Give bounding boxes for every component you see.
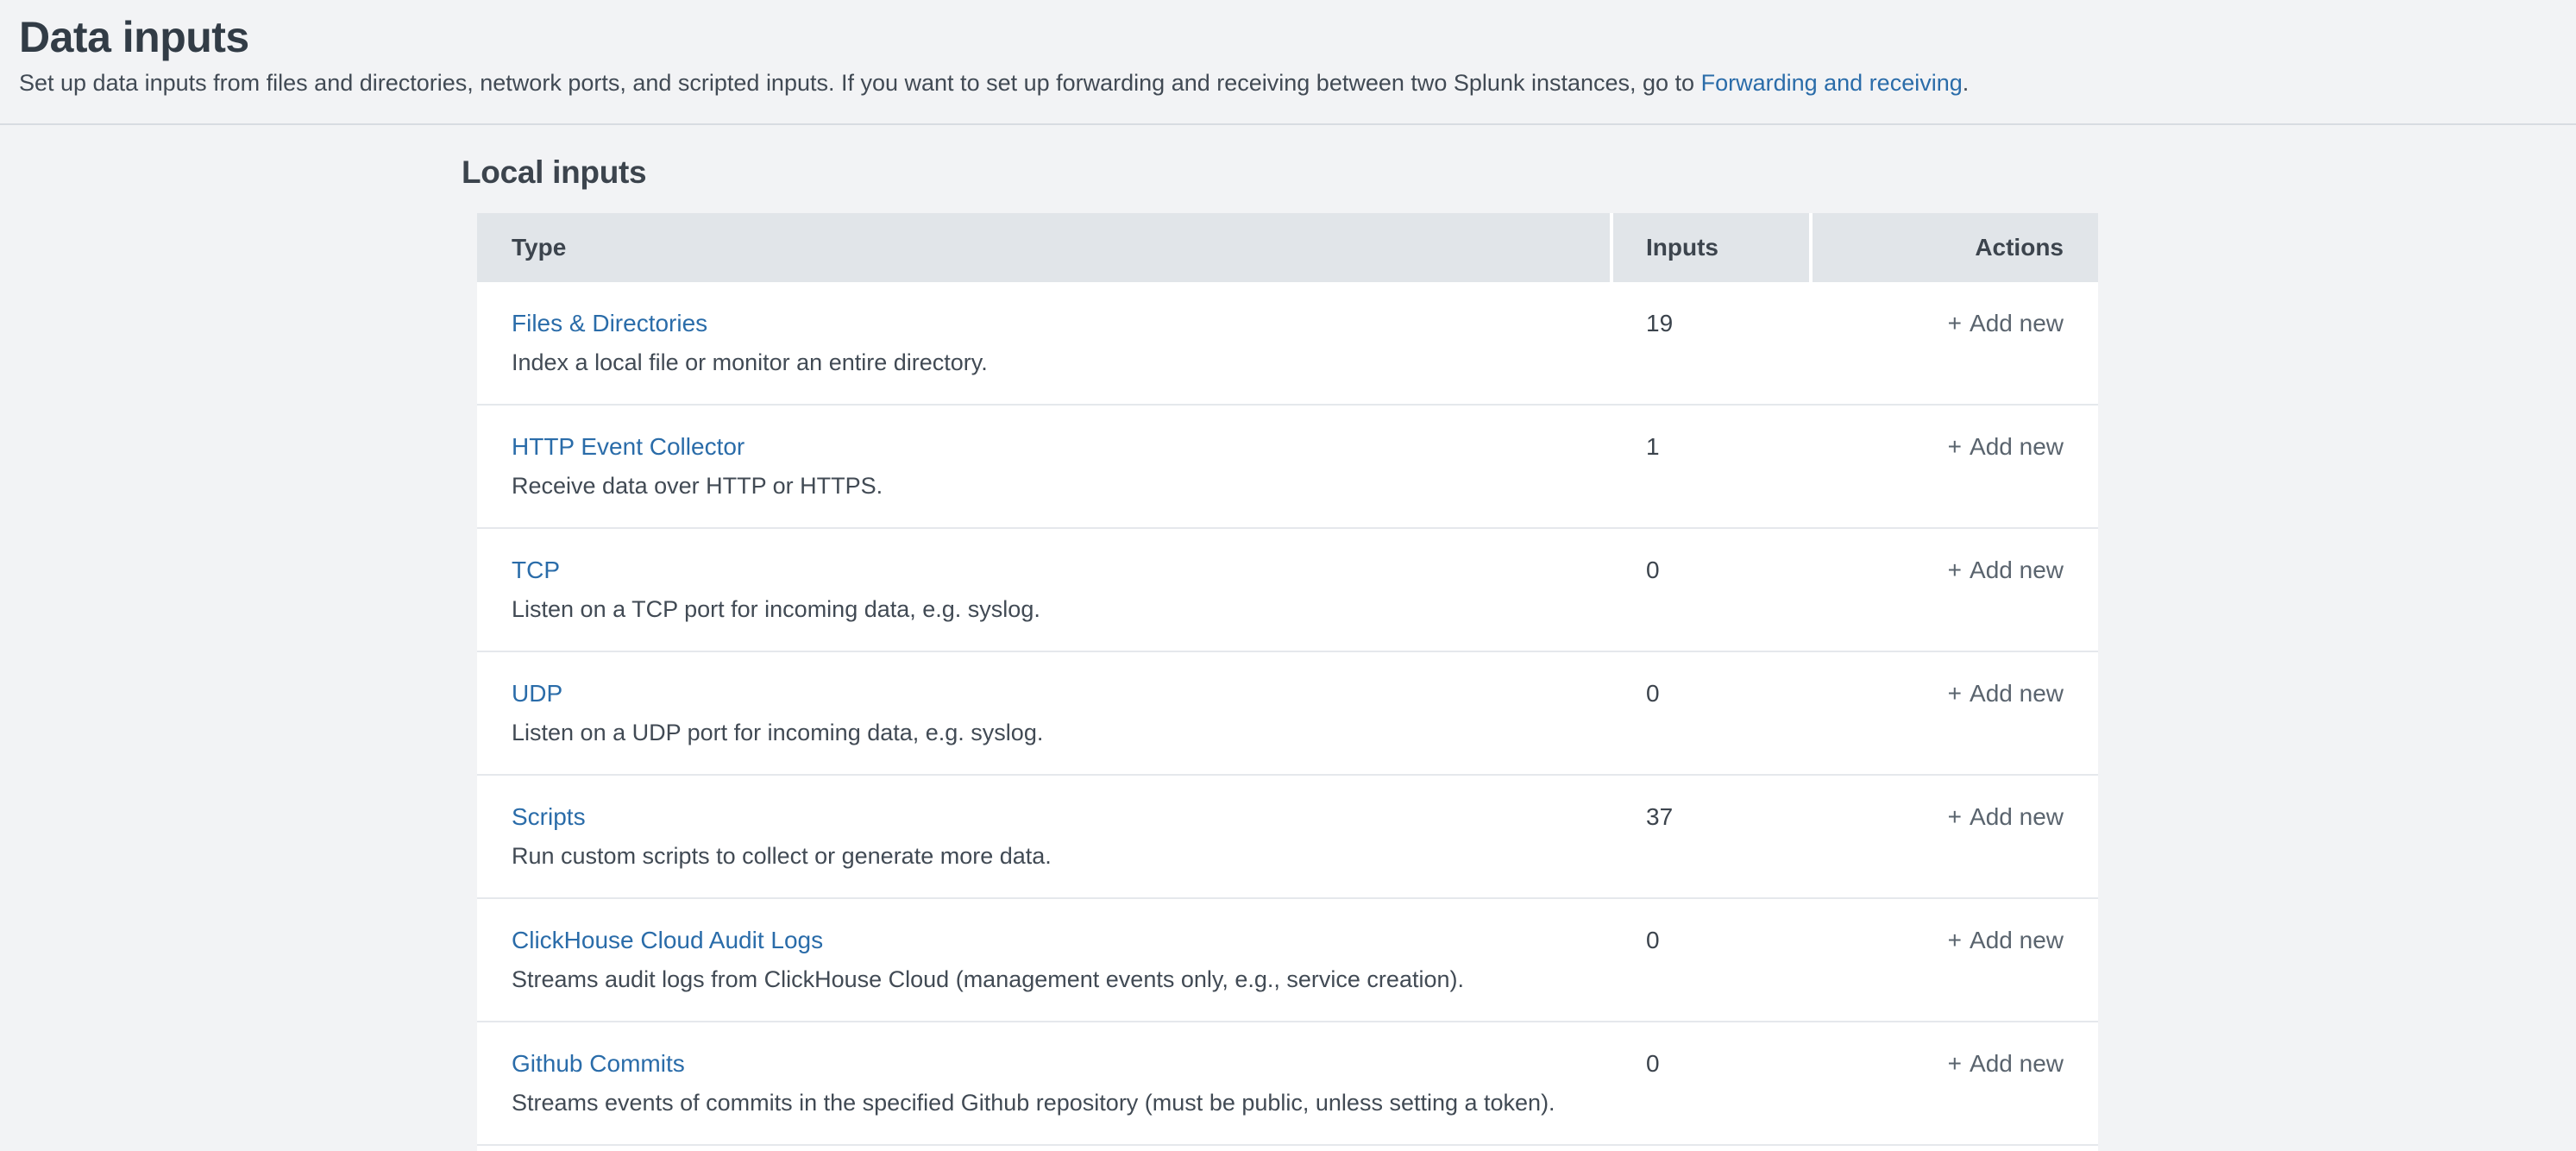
plus-icon: + [1948,433,1962,460]
page-title: Data inputs [19,12,2550,63]
inputs-count: 0 [1613,928,1813,1021]
table-body: Files & Directories Index a local file o… [477,282,2098,1151]
table-row: TCP Listen on a TCP port for incoming da… [477,529,2098,652]
table-row: Files & Directories Index a local file o… [477,282,2098,406]
inputs-count: 1 [1613,435,1813,527]
plus-icon: + [1948,680,1962,707]
column-header-type: Type [477,213,1610,282]
inputs-count: 0 [1613,1052,1813,1144]
actions-cell: + Add new [1813,1052,2098,1144]
actions-cell: + Add new [1813,558,2098,651]
add-new-label: Add new [1970,433,2064,460]
inputs-count: 0 [1613,558,1813,651]
actions-cell: + Add new [1813,311,2098,404]
add-new-label: Add new [1970,680,2064,707]
table-row: HTTP Event Collector Receive data over H… [477,406,2098,529]
local-inputs-heading: Local inputs [462,154,2576,191]
add-new-link[interactable]: + Add new [1948,680,2064,707]
column-header-actions: Actions [1809,213,2098,282]
add-new-label: Add new [1970,927,2064,953]
add-new-label: Add new [1970,310,2064,336]
forwarding-and-receiving-link[interactable]: Forwarding and receiving [1701,70,1963,96]
main-content: Local inputs Type Inputs Actions Files &… [0,125,2576,1151]
input-type-link[interactable]: HTTP Event Collector [512,435,745,459]
page-subtitle-text: Set up data inputs from files and direct… [19,70,1701,96]
table-row: UDP Listen on a UDP port for incoming da… [477,652,2098,776]
input-type-description: Run custom scripts to collect or generat… [512,844,1613,870]
input-type-link[interactable]: Github Commits [512,1052,685,1076]
local-inputs-table: Type Inputs Actions Files & Directories … [477,213,2098,1151]
inputs-count: 37 [1613,805,1813,897]
add-new-link[interactable]: + Add new [1948,927,2064,953]
table-row: Scripts Run custom scripts to collect or… [477,776,2098,899]
add-new-link[interactable]: + Add new [1948,803,2064,830]
plus-icon: + [1948,557,1962,583]
actions-cell: + Add new [1813,435,2098,527]
add-new-link[interactable]: + Add new [1948,310,2064,336]
table-row-partial [477,1146,2098,1151]
input-type-description: Streams events of commits in the specifi… [512,1091,1613,1116]
type-cell: UDP Listen on a UDP port for incoming da… [477,682,1613,774]
inputs-count: 19 [1613,311,1813,404]
add-new-label: Add new [1970,803,2064,830]
type-cell: Scripts Run custom scripts to collect or… [477,805,1613,897]
plus-icon: + [1948,310,1962,336]
type-cell: Files & Directories Index a local file o… [477,311,1613,404]
add-new-label: Add new [1970,1050,2064,1077]
column-header-inputs: Inputs [1610,213,1809,282]
input-type-description: Receive data over HTTP or HTTPS. [512,474,1613,500]
plus-icon: + [1948,927,1962,953]
type-cell: HTTP Event Collector Receive data over H… [477,435,1613,527]
add-new-link[interactable]: + Add new [1948,1050,2064,1077]
page-subtitle-period: . [1963,70,1970,96]
add-new-label: Add new [1970,557,2064,583]
input-type-link[interactable]: UDP [512,682,562,706]
plus-icon: + [1948,1050,1962,1077]
table-row: Github Commits Streams events of commits… [477,1022,2098,1146]
page-subtitle: Set up data inputs from files and direct… [19,68,2550,98]
input-type-link[interactable]: Files & Directories [512,311,707,336]
type-cell: TCP Listen on a TCP port for incoming da… [477,558,1613,651]
actions-cell: + Add new [1813,682,2098,774]
actions-cell: + Add new [1813,805,2098,897]
actions-cell: + Add new [1813,928,2098,1021]
input-type-description: Listen on a TCP port for incoming data, … [512,597,1613,623]
inputs-count: 0 [1613,682,1813,774]
add-new-link[interactable]: + Add new [1948,557,2064,583]
page-header: Data inputs Set up data inputs from file… [0,0,2576,125]
input-type-description: Index a local file or monitor an entire … [512,350,1613,376]
table-header-row: Type Inputs Actions [477,213,2098,282]
type-cell: ClickHouse Cloud Audit Logs Streams audi… [477,928,1613,1021]
input-type-description: Listen on a UDP port for incoming data, … [512,720,1613,746]
add-new-link[interactable]: + Add new [1948,433,2064,460]
input-type-link[interactable]: Scripts [512,805,586,829]
plus-icon: + [1948,803,1962,830]
input-type-description: Streams audit logs from ClickHouse Cloud… [512,967,1613,993]
input-type-link[interactable]: TCP [512,558,560,582]
table-row: ClickHouse Cloud Audit Logs Streams audi… [477,899,2098,1022]
type-cell: Github Commits Streams events of commits… [477,1052,1613,1144]
input-type-link[interactable]: ClickHouse Cloud Audit Logs [512,928,823,953]
